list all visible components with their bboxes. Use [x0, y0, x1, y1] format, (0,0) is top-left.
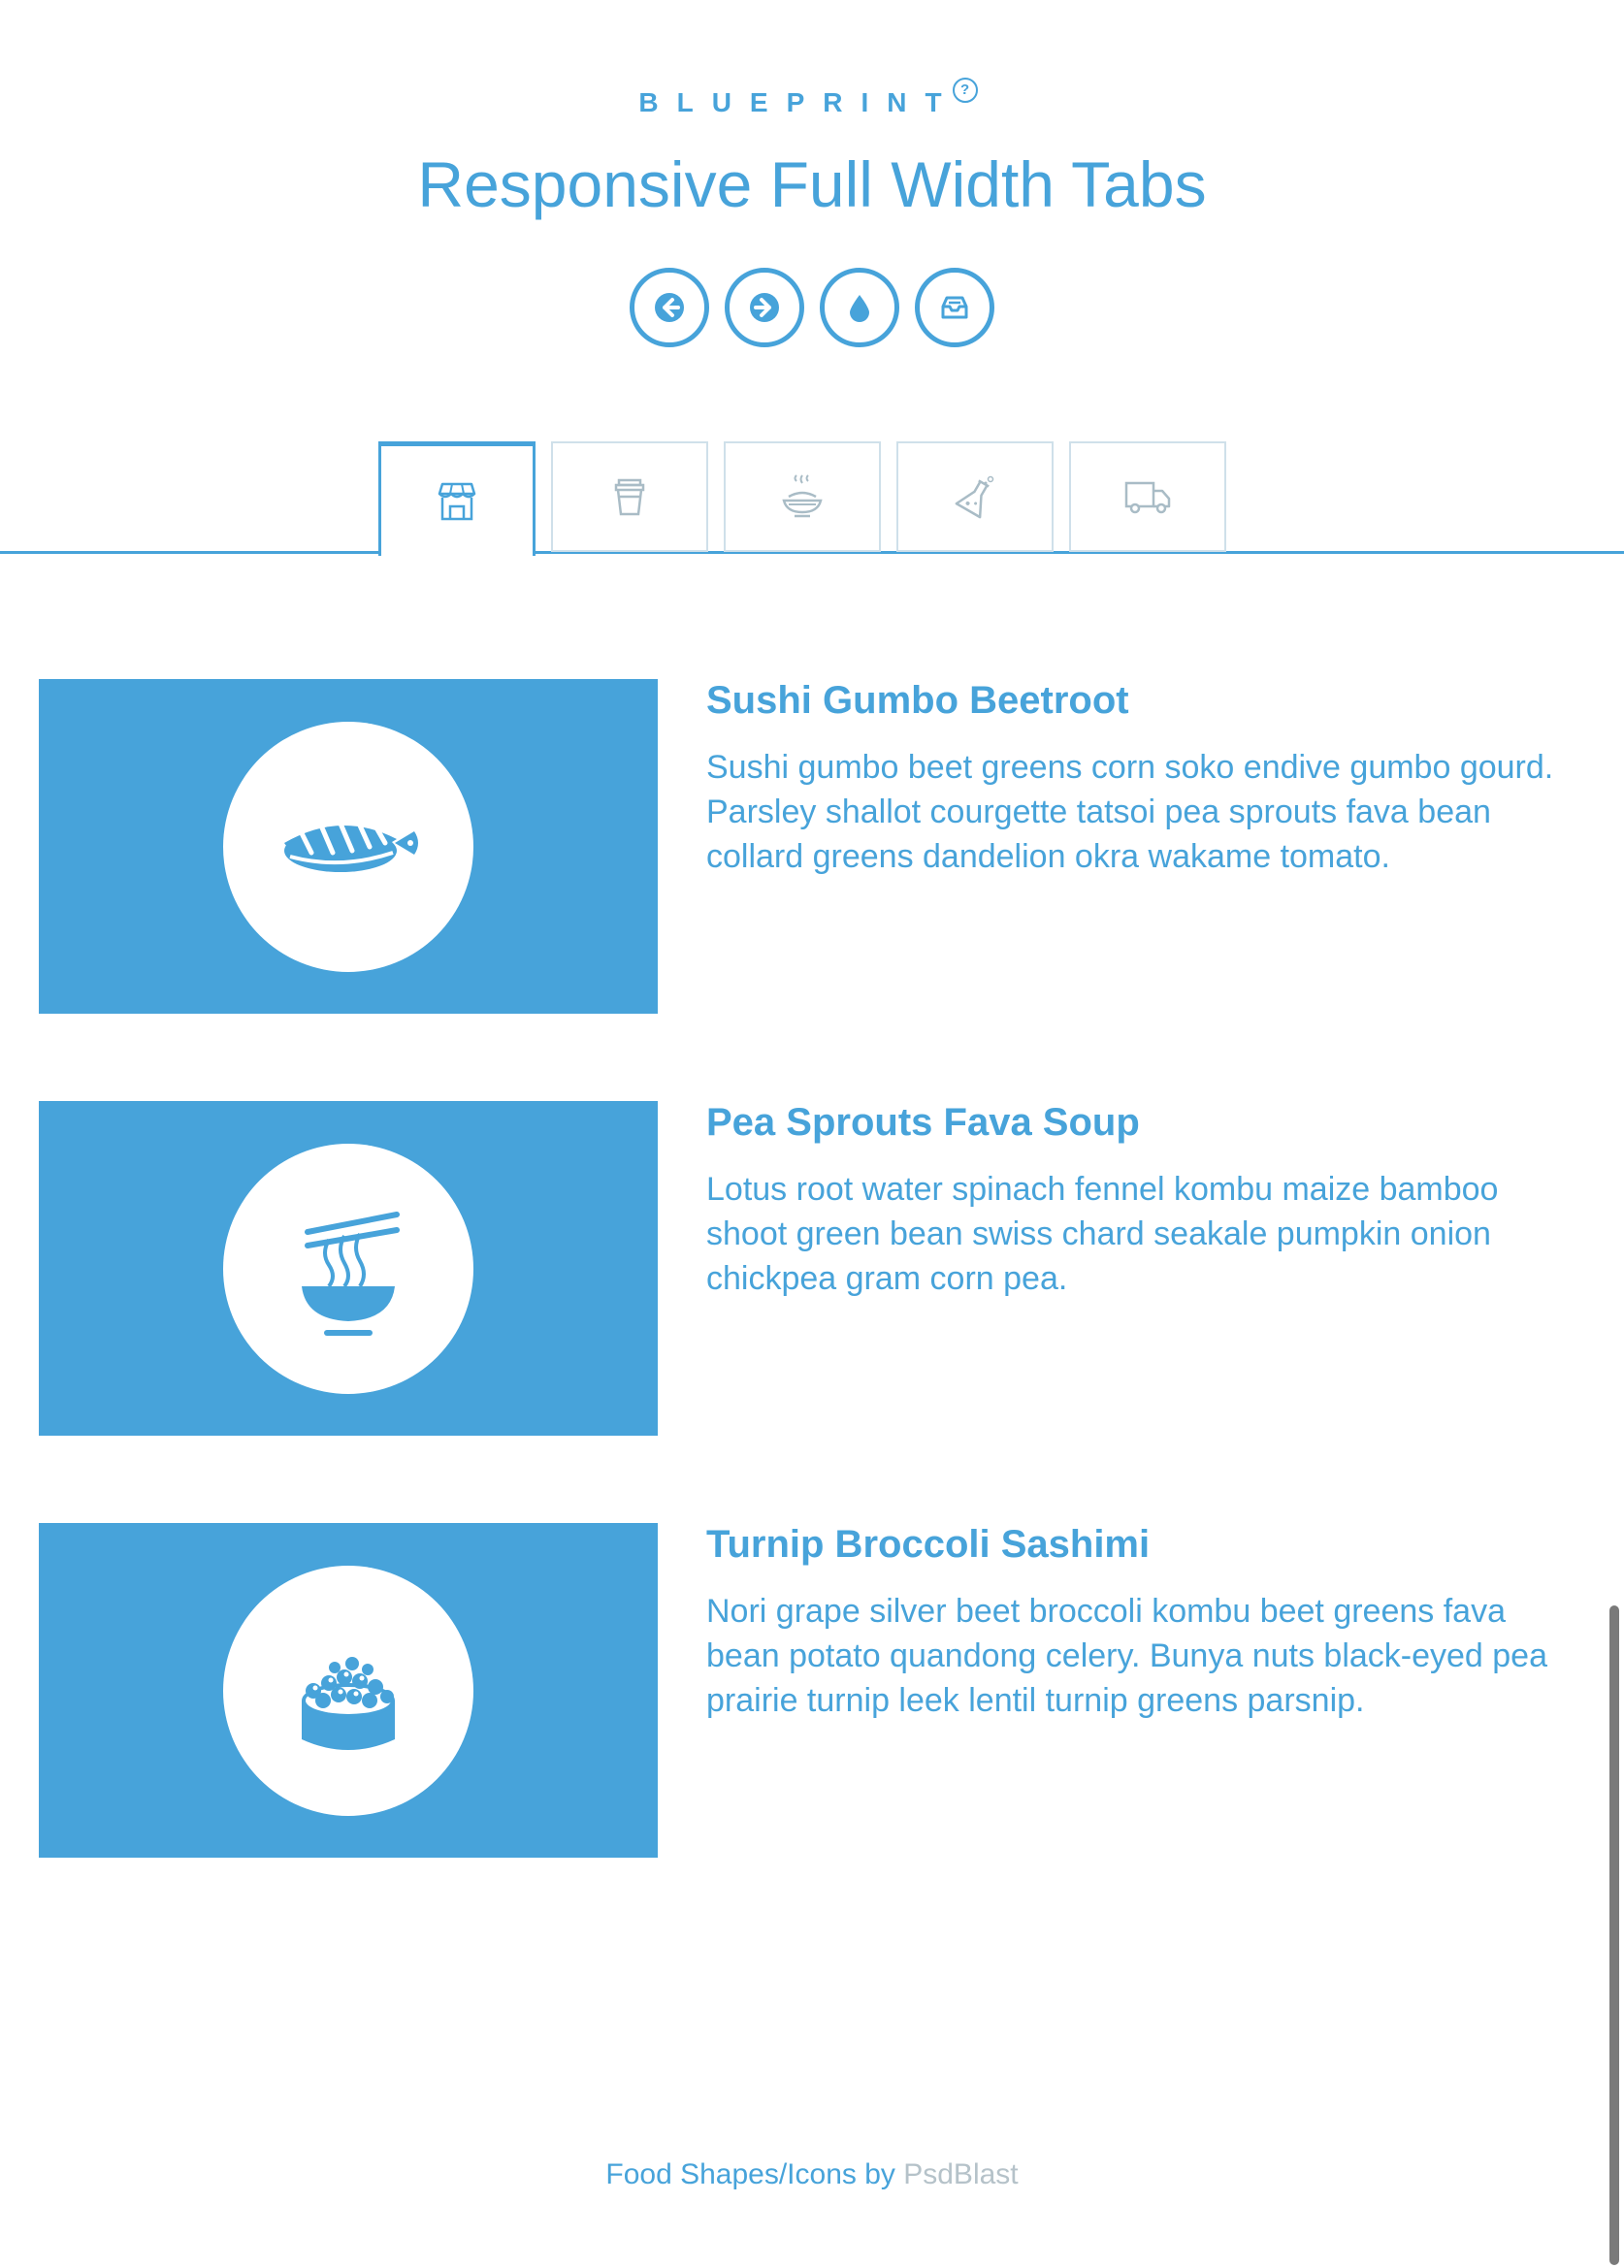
store-icon [438, 482, 476, 520]
tab-shop[interactable] [378, 441, 536, 556]
scrollbar-thumb[interactable] [1609, 1605, 1619, 2265]
brand[interactable]: BLUEPRINT? [0, 78, 1624, 120]
item-title: Turnip Broccoli Sashimi [706, 1523, 1151, 1566]
item-image [39, 1101, 658, 1436]
arrow-right-icon [750, 293, 779, 322]
footer: Food Shapes/Icons by PsdBlast [0, 2158, 1624, 2191]
arrow-left-icon [655, 293, 684, 322]
item-description: Nori grape silver beet broccoli kombu be… [706, 1593, 1547, 1719]
tab-lab[interactable] [896, 441, 1054, 552]
drop-icon [850, 295, 869, 322]
item-image-disc [223, 721, 473, 972]
tab-delivery[interactable] [1069, 441, 1226, 552]
previous-demo-button[interactable] [630, 268, 709, 347]
lab-flask-icon [955, 475, 994, 519]
item-title: Pea Sprouts Fava Soup [706, 1101, 1140, 1144]
truck-icon [1124, 481, 1171, 514]
inbox-icon [941, 296, 968, 319]
related-demos-button[interactable] [820, 268, 899, 347]
demo-nav [0, 268, 1624, 347]
roe-sushi-icon [302, 1656, 395, 1750]
tab-drinks[interactable] [551, 441, 708, 552]
item-image-disc [223, 1565, 473, 1816]
brand-name[interactable]: BLUEPRINT [638, 87, 959, 117]
item-image-disc [223, 1143, 473, 1394]
footer-credit-link[interactable]: PsdBlast [903, 2158, 1018, 2190]
sushi-icon [284, 821, 418, 872]
download-button[interactable] [915, 268, 994, 347]
noodle-bowl-icon [302, 1211, 400, 1336]
tab-food[interactable] [724, 441, 881, 552]
item-title: Sushi Gumbo Beetroot [706, 679, 1129, 722]
item-image [39, 679, 658, 1014]
help-icon[interactable]: ? [952, 78, 978, 103]
item-description: Lotus root water spinach fennel kombu ma… [706, 1171, 1499, 1297]
footer-label: Food Shapes/Icons by [605, 2158, 904, 2190]
tab-bar [378, 441, 1226, 556]
food-bowl-icon [782, 474, 823, 518]
next-demo-button[interactable] [725, 268, 804, 347]
cup-icon [614, 478, 645, 516]
page-title: Responsive Full Width Tabs [417, 148, 1207, 220]
item-description: Sushi gumbo beet greens corn soko endive… [706, 749, 1554, 875]
item-image [39, 1523, 658, 1858]
